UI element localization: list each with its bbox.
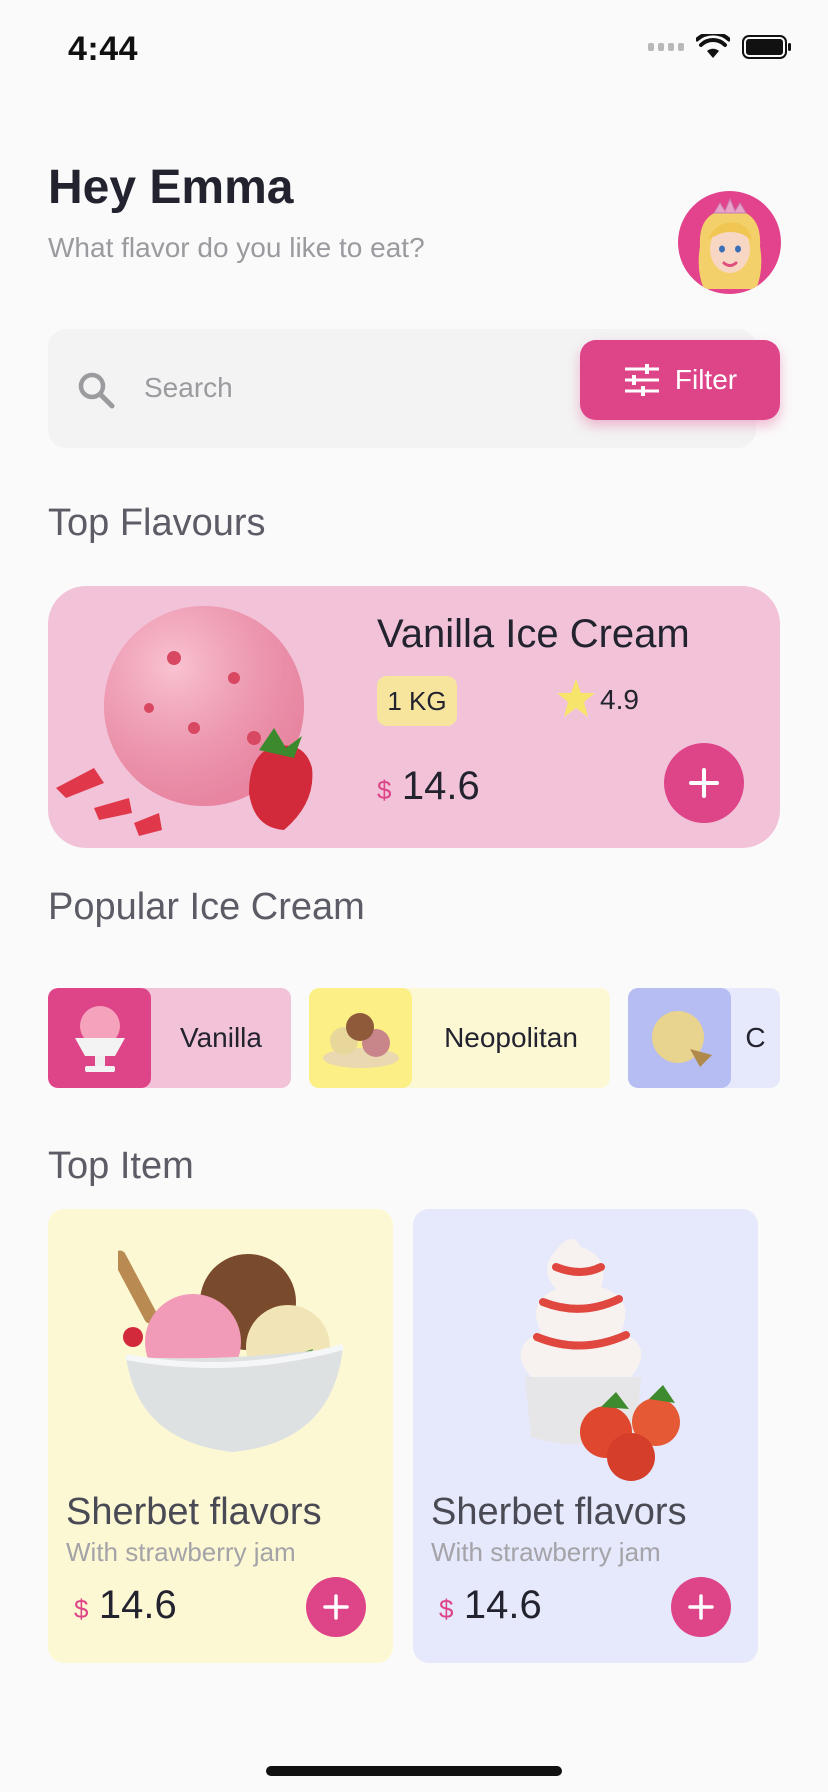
star-icon xyxy=(557,679,595,717)
status-time: 4:44 xyxy=(68,30,139,68)
princess-avatar-icon xyxy=(698,197,762,289)
price-value: 14.6 xyxy=(463,1583,542,1627)
add-to-cart-button[interactable] xyxy=(306,1577,366,1637)
top-item-subtitle: With strawberry jam xyxy=(66,1537,296,1567)
home-indicator[interactable] xyxy=(266,1766,562,1776)
add-to-cart-button[interactable] xyxy=(671,1577,731,1637)
search-icon xyxy=(78,372,115,409)
top-item-title: Sherbet flavors xyxy=(66,1491,322,1533)
popular-item-thumb xyxy=(48,988,151,1088)
avatar[interactable] xyxy=(678,191,781,294)
ice-cream-cup-icon xyxy=(74,1006,125,1072)
plus-icon xyxy=(688,1594,714,1620)
plus-icon xyxy=(323,1594,349,1620)
top-flavour-price: $ 14.6 xyxy=(377,764,480,809)
ice-cream-ball-icon xyxy=(651,1011,712,1067)
popular-item-neopolitan[interactable]: Neopolitan xyxy=(309,988,610,1088)
battery-icon xyxy=(742,35,791,59)
top-item-card[interactable]: Sherbet flavors With strawberry jam $ 14… xyxy=(413,1209,758,1663)
popular-item-label: Neopolitan xyxy=(444,1022,578,1053)
popular-item-label: C xyxy=(745,1022,766,1053)
top-flavour-name: Vanilla Ice Cream xyxy=(377,612,690,656)
ice-cream-bowl-image xyxy=(118,1250,344,1452)
weight-badge: 1 KG xyxy=(377,676,457,726)
greeting-subtitle: What flavor do you like to eat? xyxy=(48,232,425,263)
top-item-subtitle: With strawberry jam xyxy=(431,1537,661,1567)
top-item-card[interactable]: Sherbet flavors With strawberry jam $ 14… xyxy=(48,1209,393,1663)
section-title-popular: Popular Ice Cream xyxy=(48,886,365,928)
price-value: 14.6 xyxy=(401,764,480,808)
filter-label: Filter xyxy=(674,364,738,395)
top-item-price: $ 14.6 xyxy=(439,1583,542,1628)
popular-item-label: Vanilla xyxy=(180,1022,262,1053)
greeting-title: Hey Emma xyxy=(48,161,294,214)
ice-cream-scoops-icon xyxy=(322,1013,399,1068)
currency-symbol: $ xyxy=(74,1594,89,1624)
rating-value: 4.9 xyxy=(600,684,639,715)
popular-item-c[interactable]: C xyxy=(628,988,780,1088)
currency-symbol: $ xyxy=(377,775,392,805)
top-item-price: $ 14.6 xyxy=(74,1583,177,1628)
price-value: 14.6 xyxy=(98,1583,177,1627)
search-input[interactable]: Search xyxy=(144,372,233,404)
strawberry-ice-cream-image xyxy=(56,606,313,836)
cellular-signal-icon xyxy=(648,43,684,51)
section-title-top-item: Top Item xyxy=(48,1145,194,1187)
top-item-title: Sherbet flavors xyxy=(431,1491,687,1533)
currency-symbol: $ xyxy=(439,1594,454,1624)
filter-sliders-icon xyxy=(624,364,659,396)
add-to-cart-button[interactable] xyxy=(664,743,744,823)
popular-item-thumb xyxy=(309,988,412,1088)
plus-icon xyxy=(689,768,719,798)
popular-item-vanilla[interactable]: Vanilla xyxy=(48,988,291,1088)
status-icons xyxy=(648,34,792,60)
section-title-top-flavours: Top Flavours xyxy=(48,502,266,544)
wifi-icon xyxy=(696,34,730,58)
soft-serve-strawberry-image xyxy=(520,1239,680,1481)
filter-button[interactable]: Filter xyxy=(580,340,780,420)
popular-item-thumb xyxy=(628,988,731,1088)
